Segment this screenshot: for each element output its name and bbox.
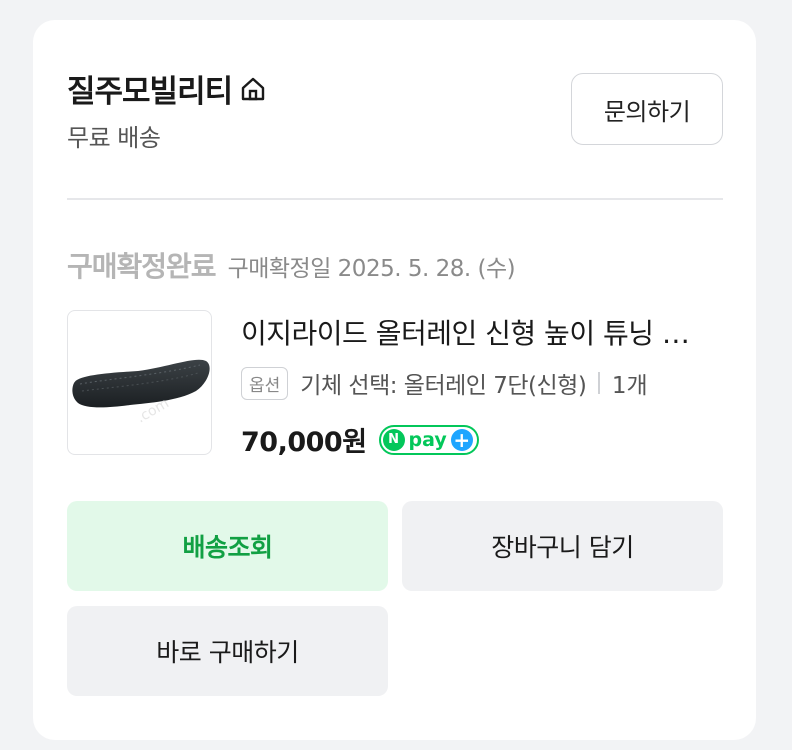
option-separator — [598, 372, 600, 394]
price: 70,000원 — [241, 427, 367, 458]
quantity: 1개 — [611, 373, 648, 399]
order-status-row: 구매확정완료 구매확정일 2025. 5. 28. (수) — [67, 245, 516, 285]
product-name[interactable]: 이지라이드 올터레인 신형 높이 튜닝 … — [241, 312, 723, 352]
option-row: 옵션 기체 선택: 올터레인 7단(신형) 1개 — [241, 366, 648, 400]
plus-icon: + — [450, 428, 473, 451]
buy-now-button[interactable]: 바로 구매하기 — [67, 606, 388, 696]
confirm-date: 구매확정일 2025. 5. 28. (수) — [227, 256, 516, 282]
store-header[interactable]: 질주모빌리티 — [67, 66, 268, 111]
home-icon[interactable] — [238, 74, 268, 104]
shipping-info: 무료 배송 — [67, 124, 161, 152]
option-badge: 옵션 — [241, 366, 289, 400]
divider — [67, 198, 723, 200]
npay-text: pay — [408, 428, 447, 451]
price-row: 70,000원 N pay + — [241, 420, 479, 459]
store-name[interactable]: 질주모빌리티 — [67, 66, 233, 111]
npay-n-icon: N — [382, 428, 405, 451]
npay-plus-badge: N pay + — [378, 424, 479, 455]
product-image: .com — [72, 359, 210, 426]
track-delivery-button[interactable]: 배송조회 — [67, 501, 388, 591]
add-to-cart-button[interactable]: 장바구니 담기 — [402, 501, 723, 591]
product-thumbnail[interactable]: .com — [67, 310, 212, 455]
inquiry-button[interactable]: 문의하기 — [571, 73, 723, 145]
order-card: 질주모빌리티 무료 배송 문의하기 구매확정완료 구매확정일 2025. 5. … — [33, 20, 756, 740]
option-text: 기체 선택: 올터레인 7단(신형) — [300, 373, 587, 399]
order-status: 구매확정완료 — [67, 250, 217, 283]
